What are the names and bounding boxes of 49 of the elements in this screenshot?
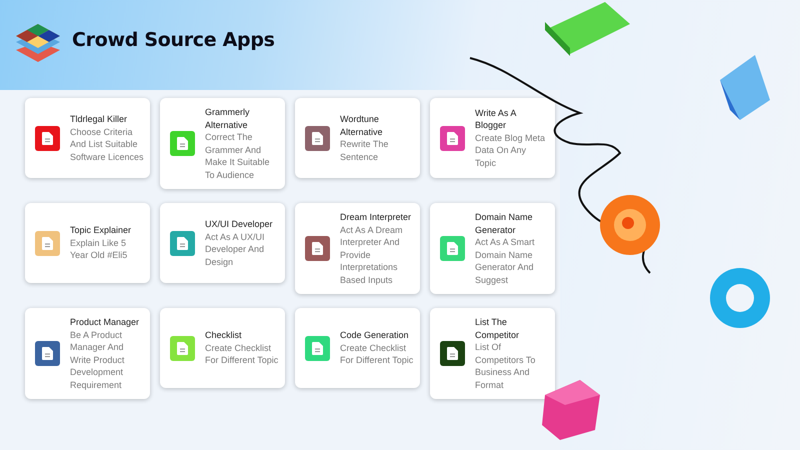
app-description: List Of Competitors To Business And Format [475,341,536,391]
app-title-text: Code Generation [340,329,410,342]
document-icon [312,242,323,255]
app-title-text: UX/UI Developer [205,218,274,230]
app-card[interactable]: Code Generation Create Checklist For Different Topic [295,308,420,388]
document-icon [447,132,458,144]
app-description: Create Checklist For Different Topic [205,342,279,367]
document-icon [177,137,188,150]
app-description: Choose Criteria And List Suitable Software Licences [70,126,144,163]
app-description: Be A Product Manager And Write Product Development Requirement [70,328,126,391]
app-title-text: Grammerly Alternative [205,106,250,131]
app-title-text: Wordtune Alternative [340,113,384,138]
document-icon [42,132,53,144]
document-icon [177,236,188,250]
app-card[interactable]: Grammerly Alternative Correct The Grammer And Make It Suitable To Audience [160,98,285,189]
document-icon [447,347,458,360]
app-description: Act As A Dream Interpreter And Provide Interpretations Based Inputs [340,224,404,286]
document-icon [447,242,458,255]
app-card[interactable]: Dream Interpreter Act As A Dream Interpreter And Provide Interpretations Based Inputs [295,203,420,294]
document-icon [42,347,53,360]
document-icon [42,236,53,250]
app-description: Correct The Grammer And Make It Suitable To Audience [205,131,271,181]
app-card[interactable]: Topic Explainer Explain Like 5 Year Old #Eli5 [25,203,150,283]
app-title-text: Checklist [205,329,243,342]
app-card[interactable]: Domain Name Generator Act As A Smart Domain Name Generator And Suggest [430,203,555,294]
document-icon [312,132,323,144]
document-icon [312,342,323,354]
app-card[interactable]: UX/UI Developer Act As A UX/UI Developer And Design [160,203,285,283]
app-title-text: Topic Explainer [70,224,132,237]
app-card[interactable]: Product Manager Be A Product Manager And Write Product Development Requirement [25,308,150,399]
app-title-text: Tldrlegal Killer [70,113,128,126]
app-description: Act As A UX/UI Developer And Design [205,230,266,268]
app-card[interactable]: Tldrlegal Killer Choose Criteria And List Suitable Software Licences [25,98,150,178]
app-card[interactable]: List The Competitor List Of Competitors To Business And Format [430,308,555,399]
app-description: Rewrite The Sentence [340,138,390,163]
app-title: Crowd Source Apps [72,29,275,51]
app-card[interactable]: Checklist Create Checklist For Different Topic [160,308,285,388]
app-title-text: Dream Interpreter [340,211,412,224]
app-title-text: Write As A Blogger [475,106,518,132]
app-description: Act As A Smart Domain Name Generator And Suggest [475,236,536,286]
app-title-text: Product Manager [70,316,140,328]
app-description: Create Blog Meta Data On Any Topic [475,132,546,170]
document-icon [177,342,188,354]
app-card[interactable]: Wordtune Alternative Rewrite The Sentence [295,98,420,178]
app-card[interactable]: Write As A Blogger Create Blog Meta Data On Any Topic [430,98,555,178]
app-description: Explain Like 5 Year Old #Eli5 [70,236,128,262]
app-title-text: Domain Name Generator [475,211,534,236]
app-title-text: List The Competitor [475,316,520,341]
app-description: Create Checklist For Different Topic [340,342,414,367]
